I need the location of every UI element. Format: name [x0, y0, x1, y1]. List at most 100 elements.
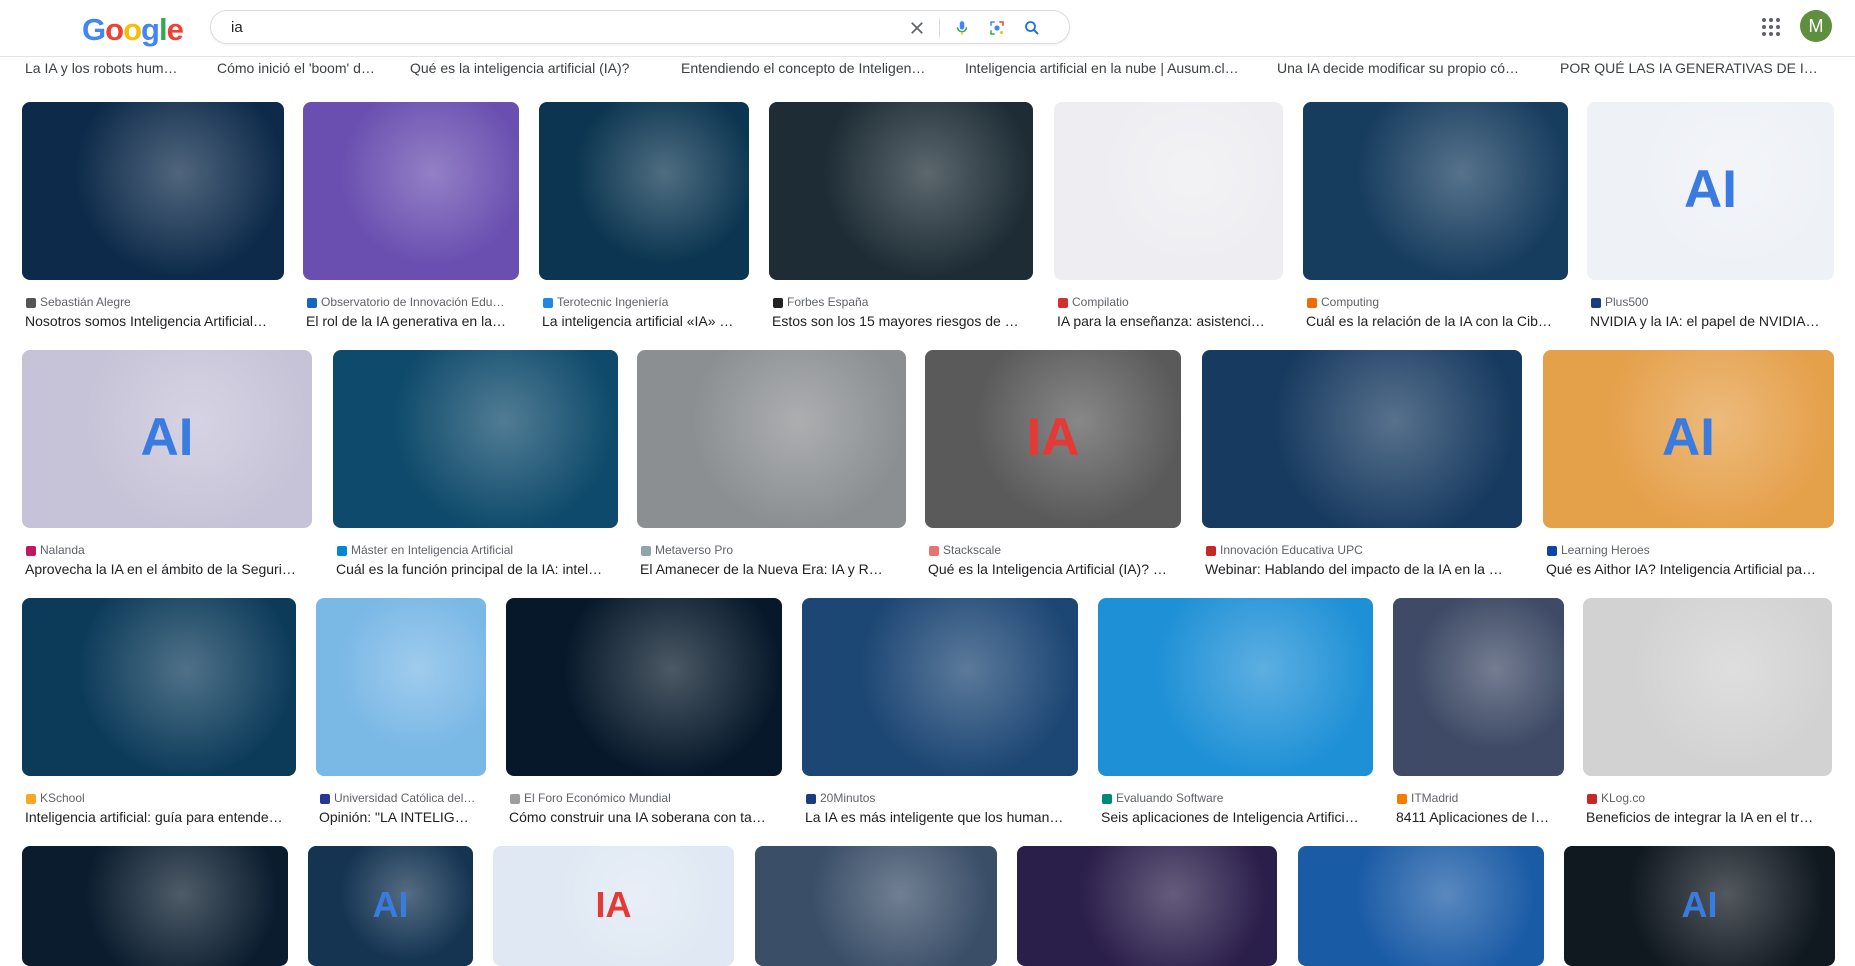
result-thumbnail[interactable]	[637, 350, 906, 528]
result-source[interactable]: Learning Heroes	[1545, 543, 1832, 559]
favicon-icon	[337, 546, 347, 556]
result-title[interactable]: 8411 Aplicaciones de I…	[1396, 809, 1561, 828]
result-source[interactable]: Computing	[1305, 295, 1566, 311]
thumbnail-image	[1303, 102, 1568, 280]
close-icon[interactable]	[908, 19, 926, 37]
result-thumbnail[interactable]: AI	[22, 350, 312, 528]
result-title[interactable]: Qué es la Inteligencia Artificial (IA)? …	[928, 561, 1178, 580]
result-thumbnail[interactable]	[1298, 846, 1544, 966]
result-source[interactable]: Universidad Católica del…	[318, 791, 484, 807]
result-source[interactable]: Evaluando Software	[1100, 791, 1371, 807]
lens-icon[interactable]	[988, 19, 1006, 37]
result-source[interactable]: Plus500	[1589, 295, 1832, 311]
result-thumbnail[interactable]	[769, 102, 1033, 280]
result-title[interactable]: Cuál es la relación de la IA con la Cib…	[1306, 313, 1565, 332]
result-thumbnail[interactable]	[539, 102, 749, 280]
result-thumbnail[interactable]	[333, 350, 618, 528]
result-title[interactable]: Inteligencia artificial: guía para enten…	[25, 809, 293, 828]
result-title[interactable]: NVIDIA y la IA: el papel de NVIDIA…	[1590, 313, 1831, 332]
result-thumbnail[interactable]	[1303, 102, 1568, 280]
result-title[interactable]: Aprovecha la IA en el ámbito de la Segur…	[25, 561, 309, 580]
thumbnail-image	[1298, 846, 1544, 966]
result-title[interactable]: Cómo construir una IA soberana con ta…	[509, 809, 779, 828]
result-source[interactable]: Terotecnic Ingeniería	[541, 295, 747, 311]
thumbnail-image	[539, 102, 749, 280]
result-thumbnail[interactable]: AI	[1564, 846, 1835, 966]
result-thumbnail[interactable]	[22, 598, 296, 776]
result-thumbnail[interactable]: IA	[493, 846, 734, 966]
result-thumbnail[interactable]: AI	[308, 846, 473, 966]
result-title[interactable]: Nosotros somos Inteligencia Artificial…	[25, 313, 281, 332]
result-title[interactable]: IA para la enseñanza: asistenci…	[1057, 313, 1280, 332]
result-source-label: Compilatio	[1072, 295, 1129, 309]
result-thumbnail[interactable]: AI	[1587, 102, 1834, 280]
result-source[interactable]: El Foro Económico Mundial	[508, 791, 780, 807]
result-thumbnail[interactable]	[1017, 846, 1277, 966]
result-source[interactable]: Sebastián Alegre	[24, 295, 282, 311]
result-title[interactable]: Estos son los 15 mayores riesgos de …	[772, 313, 1030, 332]
result-thumbnail[interactable]: AI	[1543, 350, 1834, 528]
divider	[939, 19, 940, 37]
thumbnail-image	[1098, 598, 1373, 776]
result-thumbnail[interactable]	[1098, 598, 1373, 776]
result-source[interactable]: Metaverso Pro	[639, 543, 904, 559]
result-title[interactable]: Qué es Aithor IA? Inteligencia Artificia…	[1546, 561, 1831, 580]
thumbnail-image	[316, 598, 486, 776]
result-source[interactable]: KLog.co	[1585, 791, 1830, 807]
thumbnail-image	[1393, 598, 1564, 776]
google-logo[interactable]: Google	[82, 12, 184, 48]
result-thumbnail[interactable]	[506, 598, 782, 776]
previous-row-title[interactable]: Cómo inició el 'boom' d…	[217, 60, 385, 78]
result-title[interactable]: Webinar: Hablando del impacto de la IA e…	[1205, 561, 1519, 580]
result-source[interactable]: Máster en Inteligencia Artificial	[335, 543, 616, 559]
result-title[interactable]: Seis aplicaciones de Inteligencia Artifi…	[1101, 809, 1370, 828]
search-input[interactable]	[231, 17, 891, 37]
result-thumbnail[interactable]	[802, 598, 1078, 776]
result-thumbnail[interactable]	[22, 102, 284, 280]
result-source[interactable]: Stackscale	[927, 543, 1179, 559]
result-title[interactable]: Opinión: "LA INTELIG…	[319, 809, 483, 828]
apps-grid-icon[interactable]	[1761, 17, 1781, 37]
result-source-label: Nalanda	[40, 543, 85, 557]
thumbnail-overlay-text: AI	[372, 884, 409, 925]
favicon-icon	[26, 298, 36, 308]
favicon-icon	[26, 794, 36, 804]
result-source-label: Computing	[1321, 295, 1380, 309]
result-thumbnail[interactable]	[303, 102, 519, 280]
result-source[interactable]: Forbes España	[771, 295, 1031, 311]
thumbnail-image	[755, 846, 997, 966]
result-thumbnail[interactable]	[1202, 350, 1522, 528]
previous-row-title[interactable]: Qué es la inteligencia artificial (IA)?	[410, 60, 645, 78]
result-source[interactable]: Innovación Educativa UPC	[1204, 543, 1520, 559]
previous-row-title[interactable]: La IA y los robots hum…	[25, 60, 185, 78]
result-thumbnail[interactable]	[1393, 598, 1564, 776]
result-title[interactable]: El rol de la IA generativa en la…	[306, 313, 516, 332]
account-avatar[interactable]: M	[1800, 10, 1832, 42]
thumbnail-overlay-text: AI	[140, 408, 194, 467]
result-thumbnail[interactable]	[22, 846, 288, 966]
previous-row-title[interactable]: Una IA decide modificar su propio có…	[1277, 60, 1539, 78]
microphone-icon[interactable]	[953, 19, 971, 37]
thumbnail-image	[303, 102, 519, 280]
result-thumbnail[interactable]: IA	[925, 350, 1181, 528]
result-source[interactable]: ITMadrid	[1395, 791, 1562, 807]
result-title[interactable]: Cuál es la función principal de la IA: i…	[336, 561, 615, 580]
result-source[interactable]: KSchool	[24, 791, 294, 807]
result-source[interactable]: Compilatio	[1056, 295, 1281, 311]
result-title[interactable]: Beneficios de integrar la IA en el tr…	[1586, 809, 1829, 828]
result-source[interactable]: Nalanda	[24, 543, 310, 559]
result-title[interactable]: La inteligencia artificial «IA» …	[542, 313, 746, 332]
result-thumbnail[interactable]	[755, 846, 997, 966]
search-icon[interactable]	[1023, 19, 1041, 37]
previous-row-title[interactable]: Entendiendo el concepto de Inteligen…	[681, 60, 936, 78]
previous-row-title[interactable]: Inteligencia artificial en la nube | Aus…	[965, 60, 1250, 78]
result-source[interactable]: 20Minutos	[804, 791, 1076, 807]
result-title[interactable]: El Amanecer de la Nueva Era: IA y R…	[640, 561, 903, 580]
favicon-icon	[1591, 298, 1601, 308]
previous-row-title[interactable]: POR QUÉ LAS IA GENERATIVAS DE I…	[1560, 60, 1840, 78]
result-title[interactable]: La IA es más inteligente que los human…	[805, 809, 1075, 828]
result-thumbnail[interactable]	[316, 598, 486, 776]
result-source[interactable]: Observatorio de Innovación Edu…	[305, 295, 517, 311]
result-thumbnail[interactable]	[1583, 598, 1832, 776]
result-thumbnail[interactable]	[1054, 102, 1283, 280]
